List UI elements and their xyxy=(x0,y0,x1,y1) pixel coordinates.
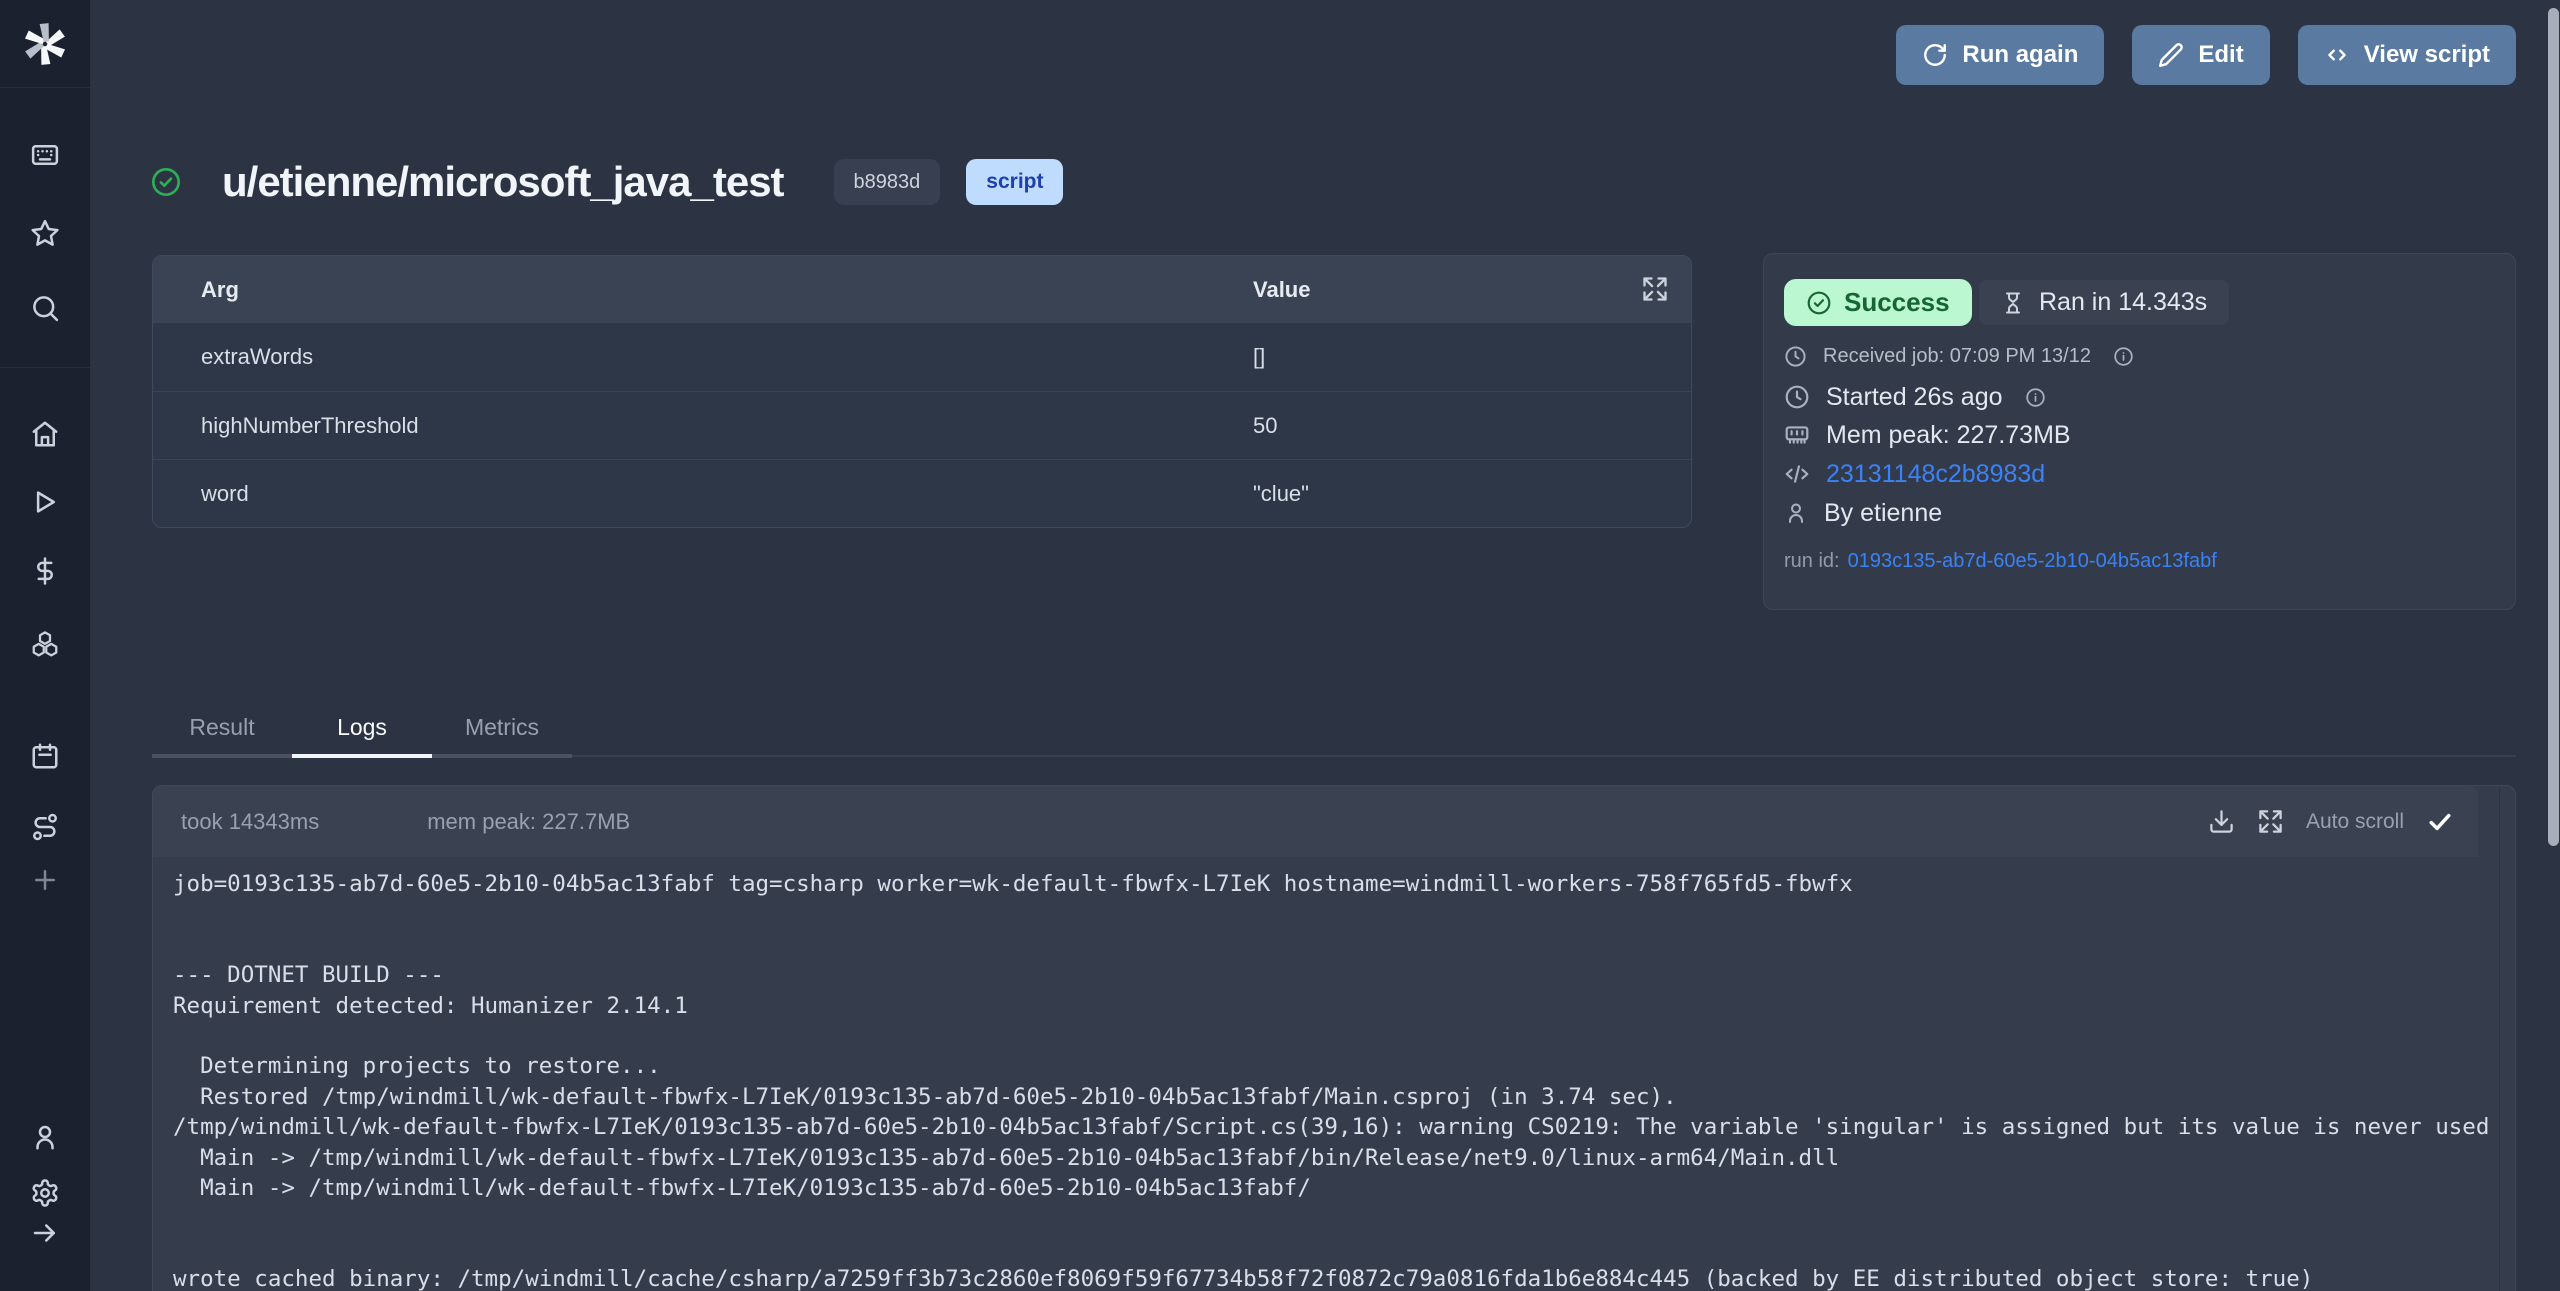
arg-name: extraWords xyxy=(153,344,313,370)
log-header: took 14343ms mem peak: 227.7MB Auto scro… xyxy=(153,786,2478,857)
info-icon[interactable] xyxy=(2025,387,2046,408)
expand-log-icon[interactable] xyxy=(2257,808,2284,835)
page-title: u/etienne/microsoft_java_test xyxy=(222,158,784,206)
run-again-label: Run again xyxy=(1962,41,2078,69)
status-label: Success xyxy=(1844,287,1950,318)
started-label: Started 26s ago xyxy=(1826,383,2003,412)
mem-peak-row: Mem peak: 227.73MB xyxy=(1784,415,2071,455)
sidebar-divider xyxy=(0,367,90,368)
clock-icon xyxy=(1784,384,1810,410)
tab-result[interactable]: Result xyxy=(152,700,292,758)
arg-value: "clue" xyxy=(1253,481,1309,507)
windmill-logo[interactable] xyxy=(0,0,90,88)
log-content: job=0193c135-ab7d-60e5-2b10-04b5ac13fabf… xyxy=(153,857,2515,1291)
clock-icon xyxy=(1784,345,1807,368)
duration-label: Ran in 14.343s xyxy=(2039,288,2207,317)
run-id-row: run id: 0193c135-ab7d-60e5-2b10-04b5ac13f… xyxy=(1784,550,2217,573)
script-hash-row: 23131148c2b8983d xyxy=(1784,454,2045,494)
success-check-circle-icon xyxy=(150,166,182,198)
run-again-button[interactable]: Run again xyxy=(1896,25,2104,85)
table-row: highNumberThreshold 50 xyxy=(153,391,1691,459)
result-tabs: Result Logs Metrics xyxy=(152,700,2516,757)
expand-sidebar-arrow-icon[interactable] xyxy=(30,1218,60,1248)
hourglass-icon xyxy=(2001,291,2025,315)
log-mem-peak-label: mem peak: 227.7MB xyxy=(427,809,630,835)
info-icon[interactable] xyxy=(2113,346,2134,367)
runs-play-icon[interactable] xyxy=(30,487,60,517)
mem-peak-label: Mem peak: 227.73MB xyxy=(1826,421,2071,450)
script-hash-badge: b8983d xyxy=(834,159,941,205)
status-badge: Success xyxy=(1784,279,1972,326)
download-icon[interactable] xyxy=(2208,808,2235,835)
search-icon[interactable] xyxy=(30,293,60,323)
arg-name: word xyxy=(153,481,249,507)
apps-keyboard-icon[interactable] xyxy=(30,140,60,170)
started-row: Started 26s ago xyxy=(1784,377,2046,417)
log-controls: Auto scroll xyxy=(2208,808,2454,836)
pencil-icon xyxy=(2158,42,2184,68)
add-plus-icon[interactable] xyxy=(30,865,60,895)
duration-box: Ran in 14.343s xyxy=(1979,280,2229,325)
success-check-circle-icon xyxy=(1806,290,1832,316)
arg-value: 50 xyxy=(1253,413,1277,439)
run-info-panel: Success Ran in 14.343s Received job: 07:… xyxy=(1763,253,2516,610)
script-hash-link[interactable]: 23131148c2b8983d xyxy=(1826,460,2045,489)
args-table-header: Arg Value xyxy=(153,256,1691,323)
tab-metrics[interactable]: Metrics xyxy=(432,700,572,758)
run-id-link[interactable]: 0193c135-ab7d-60e5-2b10-04b5ac13fabf xyxy=(1848,550,2217,572)
flows-route-icon[interactable] xyxy=(30,812,60,842)
page-scrollbar-thumb[interactable] xyxy=(2548,8,2559,846)
log-scrollbar-track[interactable] xyxy=(2499,787,2500,1291)
run-id-label: run id: xyxy=(1784,550,1840,572)
user-icon xyxy=(1784,501,1808,525)
resources-boxes-icon[interactable] xyxy=(30,628,60,658)
toolbar: Run again Edit View script xyxy=(1896,25,2516,85)
received-label: Received job: 07:09 PM 13/12 xyxy=(1823,345,2091,368)
received-row: Received job: 07:09 PM 13/12 xyxy=(1784,336,2134,376)
log-panel: took 14343ms mem peak: 227.7MB Auto scro… xyxy=(152,785,2516,1291)
auto-scroll-label: Auto scroll xyxy=(2306,810,2404,834)
account-user-icon[interactable] xyxy=(30,1122,60,1152)
view-script-button[interactable]: View script xyxy=(2298,25,2516,85)
by-user-row: By etienne xyxy=(1784,493,1942,533)
table-row: word "clue" xyxy=(153,459,1691,527)
windmill-logo-icon xyxy=(22,21,68,67)
auto-scroll-checkbox[interactable] xyxy=(2426,808,2454,836)
by-user-label: By etienne xyxy=(1824,499,1942,528)
title-row: u/etienne/microsoft_java_test b8983d scr… xyxy=(150,158,1063,206)
sidebar xyxy=(0,0,90,1291)
args-table: Arg Value extraWords [] highNumberThresh… xyxy=(152,255,1692,528)
table-row: extraWords [] xyxy=(153,323,1691,391)
memory-stick-icon xyxy=(1784,422,1810,448)
code-icon xyxy=(2324,42,2350,68)
edit-label: Edit xyxy=(2198,41,2243,69)
log-took-label: took 14343ms xyxy=(181,809,319,835)
arg-value: [] xyxy=(1253,344,1265,370)
col-arg-label: Arg xyxy=(153,277,239,303)
home-icon[interactable] xyxy=(30,419,60,449)
expand-args-icon[interactable] xyxy=(1641,275,1669,303)
schedules-calendar-icon[interactable] xyxy=(30,741,60,771)
script-kind-badge[interactable]: script xyxy=(966,159,1063,205)
edit-button[interactable]: Edit xyxy=(2132,25,2269,85)
favorites-star-icon[interactable] xyxy=(30,218,60,248)
arg-name: highNumberThreshold xyxy=(153,413,419,439)
code-icon xyxy=(1784,461,1810,487)
variables-dollar-icon[interactable] xyxy=(30,556,60,586)
tab-logs[interactable]: Logs xyxy=(292,700,432,758)
view-script-label: View script xyxy=(2364,41,2490,69)
refresh-icon xyxy=(1922,42,1948,68)
col-value-label: Value xyxy=(1253,277,1310,303)
settings-gear-icon[interactable] xyxy=(30,1178,60,1208)
